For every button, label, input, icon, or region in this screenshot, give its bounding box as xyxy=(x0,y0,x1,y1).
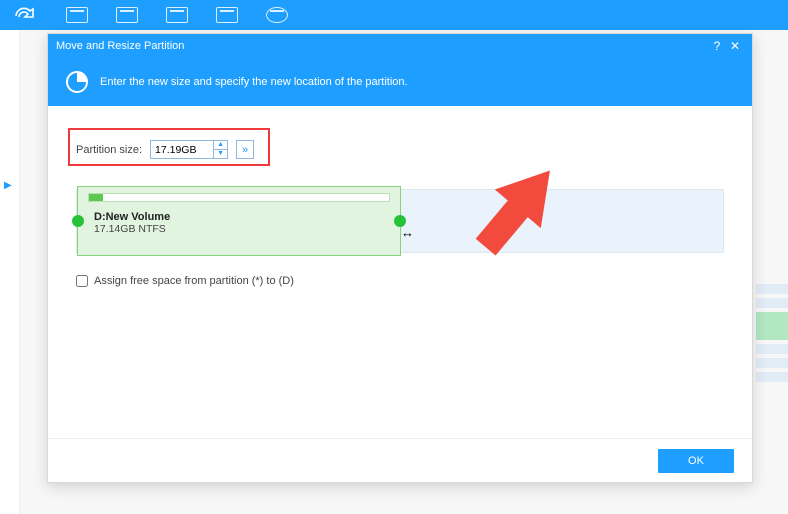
partition-name: D:New Volume xyxy=(94,211,170,223)
partition-info: 17.14GB NTFS xyxy=(94,223,170,235)
usage-bar xyxy=(88,193,390,202)
toolbar-item[interactable] xyxy=(166,7,188,23)
dialog-title: Move and Resize Partition xyxy=(56,40,184,52)
dialog-titlebar[interactable]: Move and Resize Partition ? ✕ xyxy=(48,34,752,58)
dialog-footer: OK xyxy=(48,438,752,482)
resize-cursor-icon: ↔ xyxy=(401,225,414,240)
redo-icon[interactable] xyxy=(12,4,38,26)
resize-handle-right[interactable] xyxy=(394,215,406,227)
partition-icon xyxy=(64,69,90,95)
app-toolbar xyxy=(0,0,788,30)
toolbar-item[interactable] xyxy=(216,7,238,23)
assign-checkbox[interactable] xyxy=(76,275,88,287)
partition-track[interactable]: D:New Volume 17.14GB NTFS ↔ xyxy=(76,189,724,253)
usage-fill xyxy=(89,194,103,201)
disk-track: D:New Volume 17.14GB NTFS ↔ xyxy=(76,189,724,253)
banner-text: Enter the new size and specify the new l… xyxy=(100,76,408,88)
partition-label: D:New Volume 17.14GB NTFS xyxy=(94,211,170,235)
app-sidebar: ▶ xyxy=(0,30,20,514)
toolbar-item[interactable] xyxy=(116,7,138,23)
resize-handle-left[interactable] xyxy=(72,215,84,227)
toolbar-item[interactable] xyxy=(266,7,288,23)
chevron-right-icon[interactable]: ▶ xyxy=(4,180,12,191)
highlight-box xyxy=(68,128,270,166)
close-icon[interactable]: ✕ xyxy=(726,39,744,53)
dialog-banner: Enter the new size and specify the new l… xyxy=(48,58,752,106)
dialog-body: Partition size: ▲ ▼ » D:New Volume 1 xyxy=(48,106,752,438)
help-icon[interactable]: ? xyxy=(708,39,726,53)
toolbar-item[interactable] xyxy=(66,7,88,23)
assign-free-space-row: Assign free space from partition (*) to … xyxy=(76,275,724,287)
move-resize-dialog: Move and Resize Partition ? ✕ Enter the … xyxy=(47,33,753,483)
ok-button[interactable]: OK xyxy=(658,449,734,473)
assign-label: Assign free space from partition (*) to … xyxy=(94,275,294,287)
partition-block[interactable]: D:New Volume 17.14GB NTFS ↔ xyxy=(77,186,401,256)
app-right-bars xyxy=(756,280,788,386)
